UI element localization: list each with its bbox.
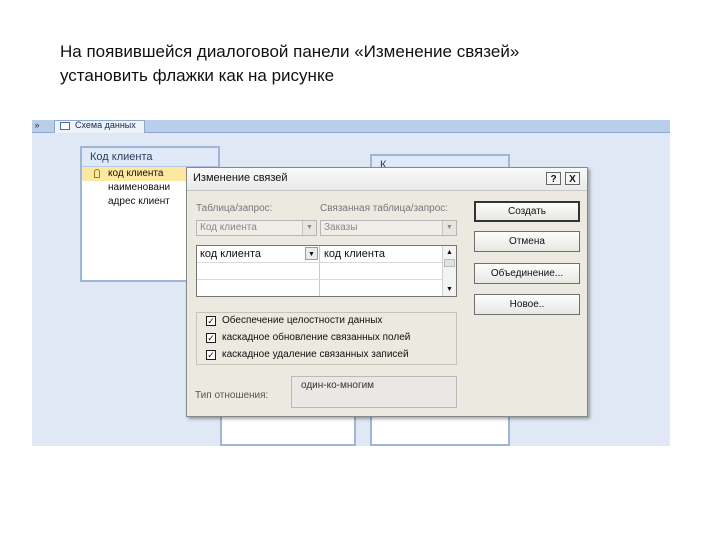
grid-row-line xyxy=(197,262,456,263)
enforce-integrity-checkbox[interactable]: ✓ xyxy=(206,316,216,326)
scroll-down-icon[interactable]: ▼ xyxy=(443,283,456,296)
cascade-delete-label: каскадное удаление связанных записей xyxy=(222,349,409,360)
cancel-button[interactable]: Отмена xyxy=(474,231,580,252)
table-query-combo[interactable]: Код клиента ▼ xyxy=(196,220,317,236)
close-button[interactable]: X xyxy=(565,172,580,185)
enforce-integrity-label: Обеспечение целостности данных xyxy=(222,315,383,326)
document-tab-strip: » Схема данных xyxy=(32,120,670,133)
cascade-delete-checkbox[interactable]: ✓ xyxy=(206,350,216,360)
heading-line-1: На появившейся диалоговой панели «Измене… xyxy=(60,42,520,61)
left-field-cell[interactable]: код клиента xyxy=(197,246,305,262)
slide-heading: На появившейся диалоговой панели «Измене… xyxy=(60,40,700,88)
create-button[interactable]: Создать xyxy=(474,201,580,222)
related-table-combo[interactable]: Заказы ▼ xyxy=(320,220,457,236)
table-query-label: Таблица/запрос: xyxy=(196,203,273,214)
right-field-cell[interactable]: код клиента xyxy=(321,246,441,262)
dialog-title: Изменение связей xyxy=(193,172,288,184)
cascade-update-checkbox[interactable]: ✓ xyxy=(206,333,216,343)
grid-row-line xyxy=(197,279,456,280)
field-mapping-grid[interactable]: код клиента ▼ код клиента ▲ ▼ xyxy=(196,245,457,297)
grid-divider xyxy=(319,246,320,296)
scroll-up-icon[interactable]: ▲ xyxy=(443,246,456,259)
join-type-button[interactable]: Объединение... xyxy=(474,263,580,284)
help-button[interactable]: ? xyxy=(546,172,561,185)
tab-label: Схема данных xyxy=(75,120,136,130)
chevron-down-icon[interactable]: ▼ xyxy=(442,221,456,235)
chevron-down-icon[interactable]: ▼ xyxy=(302,221,316,235)
relationship-type-label: Тип отношения: xyxy=(195,390,269,401)
create-new-button[interactable]: Новое.. xyxy=(474,294,580,315)
grid-scrollbar[interactable]: ▲ ▼ xyxy=(442,246,456,296)
tab-relationships[interactable]: Схема данных xyxy=(54,120,145,133)
cascade-update-label: каскадное обновление связанных полей xyxy=(222,332,411,343)
relationships-icon xyxy=(60,122,70,130)
dialog-title-bar[interactable]: Изменение связей ? X xyxy=(187,168,587,191)
integrity-options-group: ✓ Обеспечение целостности данных ✓ каска… xyxy=(196,312,457,365)
primary-key-icon xyxy=(94,169,100,178)
edit-relationships-dialog: Изменение связей ? X Таблица/запрос: Свя… xyxy=(186,167,588,417)
related-table-label: Связанная таблица/запрос: xyxy=(320,203,449,214)
table-window-title[interactable]: Код клиента xyxy=(82,148,218,167)
heading-line-2: установить флажки как на рисунке xyxy=(60,66,335,85)
tab-scroll-icon[interactable]: » xyxy=(32,120,42,132)
relationship-type-value: один-ко-многим xyxy=(291,376,457,408)
chevron-down-icon[interactable]: ▼ xyxy=(305,247,318,260)
scroll-thumb[interactable] xyxy=(444,259,455,267)
